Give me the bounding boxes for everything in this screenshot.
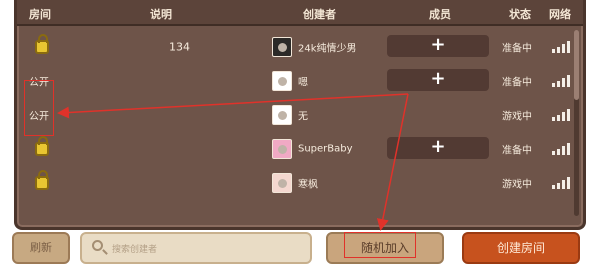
lock-icon <box>35 169 49 190</box>
avatar-face-icon <box>278 144 287 154</box>
bottom-toolbar: 刷新 搜索创建者 随机加入 创建房间 <box>0 230 600 272</box>
creator-avatar <box>272 172 292 193</box>
creator-name: 无 <box>298 111 308 122</box>
room-list-panel: 房间 说明 创建者 成员 状态 网络 134 24k纯情少男 + 准备中 公开嗯 + 准备中… <box>14 0 586 230</box>
header-network: 网络 <box>549 8 571 21</box>
scroll-thumb[interactable] <box>574 30 579 100</box>
join-room-button[interactable]: + <box>387 35 489 57</box>
join-room-button[interactable]: + <box>387 69 489 91</box>
room-status: 准备中 <box>502 43 532 54</box>
room-access-label: 公开 <box>29 111 49 122</box>
room-row[interactable]: 寒枫 游戏中 <box>17 166 583 199</box>
avatar-face-icon <box>278 42 287 52</box>
create-room-button[interactable]: 创建房间 <box>462 232 580 264</box>
header-status: 状态 <box>509 8 531 21</box>
room-row[interactable]: 134 24k纯情少男 + 准备中 <box>17 30 583 63</box>
lobby-screen: 房间 说明 创建者 成员 状态 网络 134 24k纯情少男 + 准备中 公开嗯 + 准备中… <box>0 0 600 272</box>
search-icon <box>92 240 103 251</box>
refresh-button[interactable]: 刷新 <box>12 232 70 264</box>
scrollbar[interactable] <box>574 30 579 216</box>
signal-strength-icon <box>552 108 570 121</box>
creator-avatar <box>272 70 292 91</box>
creator-avatar <box>272 104 292 125</box>
room-description: 134 <box>169 40 190 53</box>
room-status: 游戏中 <box>502 179 532 190</box>
header-desc: 说明 <box>150 8 172 21</box>
room-row[interactable]: SuperBaby + 准备中 <box>17 132 583 165</box>
signal-strength-icon <box>552 40 570 53</box>
creator-name: 24k纯情少男 <box>298 43 357 54</box>
creator-avatar <box>272 36 292 57</box>
search-placeholder: 搜索创建者 <box>112 245 158 255</box>
avatar-face-icon <box>278 76 287 86</box>
signal-strength-icon <box>552 142 570 155</box>
room-status: 准备中 <box>502 77 532 88</box>
random-join-button[interactable]: 随机加入 <box>326 232 444 264</box>
header-room: 房间 <box>29 8 51 21</box>
room-status: 游戏中 <box>502 111 532 122</box>
signal-strength-icon <box>552 176 570 189</box>
room-status: 准备中 <box>502 145 532 156</box>
creator-name: 寒枫 <box>298 179 318 190</box>
room-access-label: 公开 <box>29 77 49 88</box>
room-list-header: 房间 说明 创建者 成员 状态 网络 <box>17 0 583 26</box>
creator-name: 嗯 <box>298 77 308 88</box>
lock-icon <box>35 33 49 54</box>
signal-strength-icon <box>552 74 570 87</box>
header-members: 成员 <box>429 8 451 21</box>
room-row[interactable]: 公开 无 游戏中 <box>17 98 583 131</box>
search-creator-input[interactable]: 搜索创建者 <box>80 232 312 264</box>
room-row[interactable]: 公开 嗯 + 准备中 <box>17 64 583 97</box>
join-room-button[interactable]: + <box>387 137 489 159</box>
avatar-face-icon <box>278 178 287 188</box>
lock-icon <box>35 135 49 156</box>
creator-avatar <box>272 138 292 159</box>
avatar-face-icon <box>278 110 287 120</box>
header-creator: 创建者 <box>303 8 336 21</box>
creator-name: SuperBaby <box>298 143 353 154</box>
